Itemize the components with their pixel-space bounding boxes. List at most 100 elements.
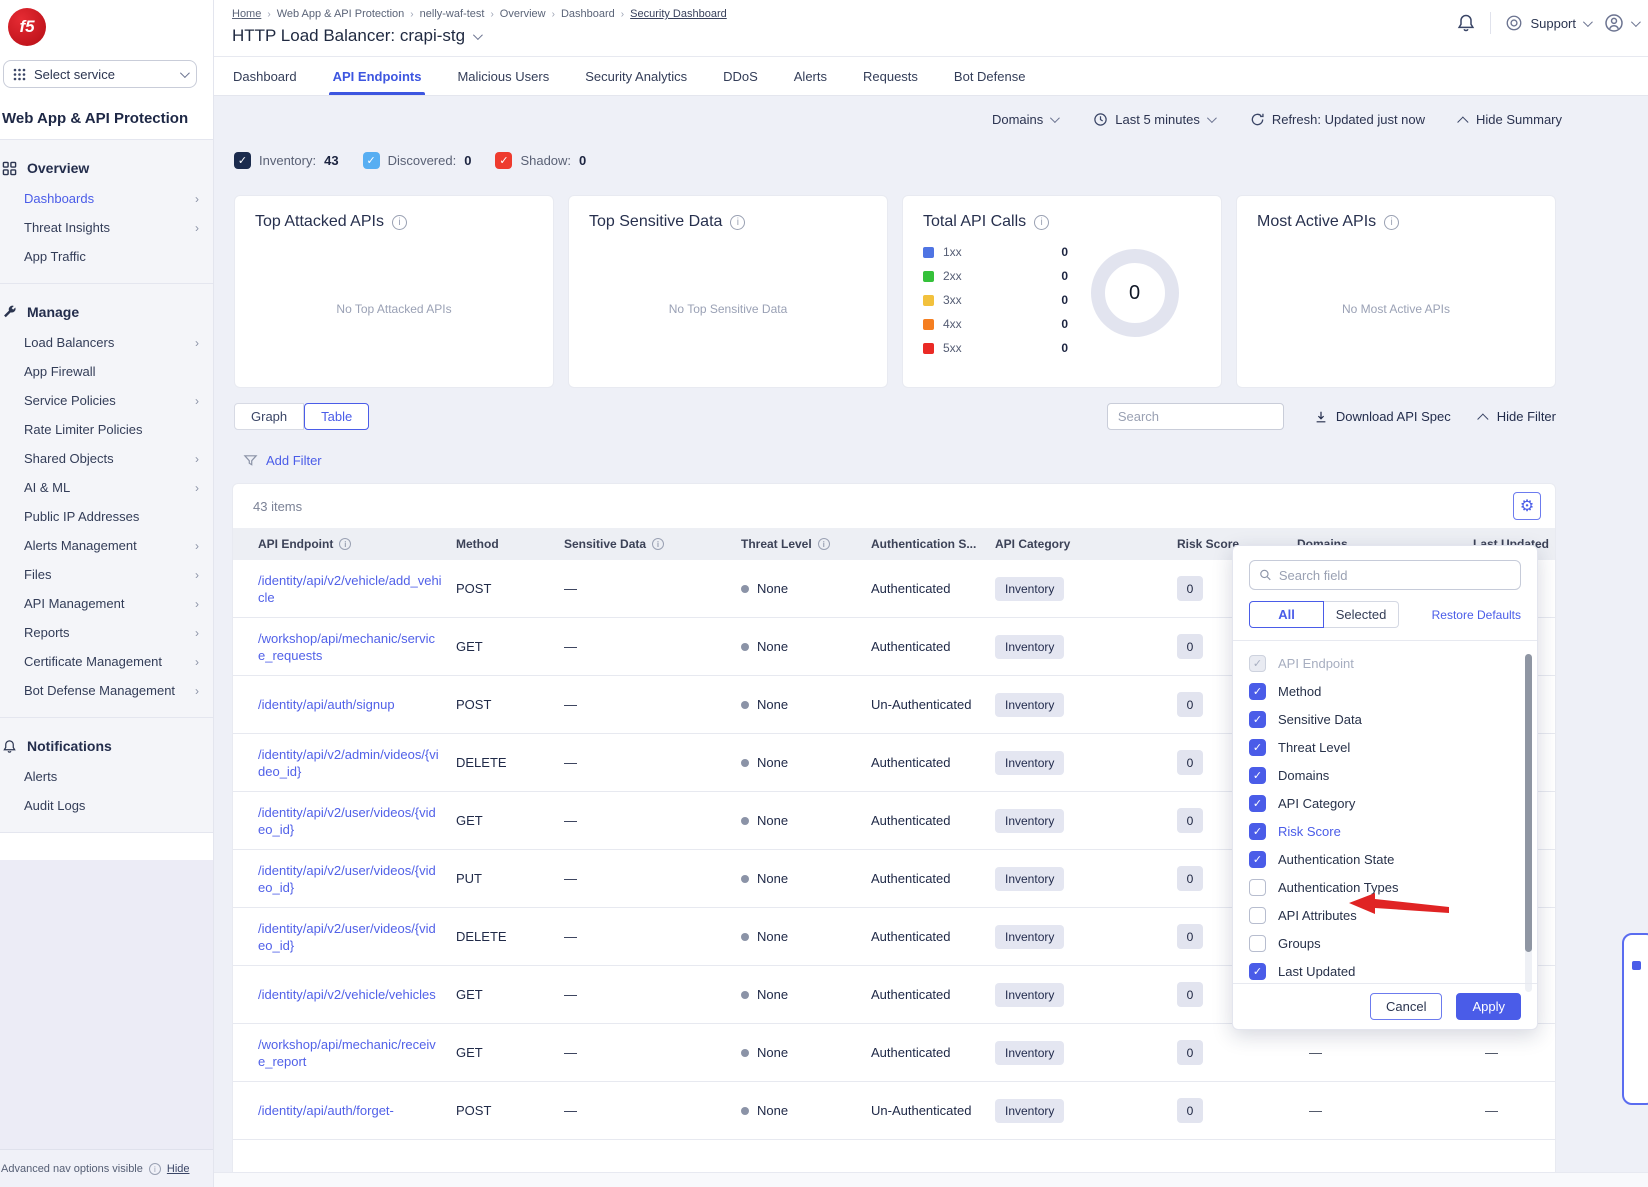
checkbox-icon[interactable] bbox=[1249, 851, 1266, 868]
sidebar-nav-item[interactable]: Threat Insights › bbox=[0, 213, 213, 242]
column-toggle-item[interactable]: Threat Level bbox=[1249, 739, 1521, 756]
search-input[interactable] bbox=[1118, 409, 1273, 424]
hide-summary-button[interactable]: Hide Summary bbox=[1461, 112, 1562, 127]
sidebar-nav-item[interactable]: Reports › bbox=[0, 618, 213, 647]
checkbox-icon[interactable] bbox=[1249, 739, 1266, 756]
column-header[interactable]: Authentication S... bbox=[871, 537, 995, 551]
tab[interactable]: Alerts bbox=[794, 57, 827, 95]
info-icon[interactable] bbox=[1034, 215, 1049, 230]
info-icon[interactable] bbox=[818, 538, 830, 550]
nav-section-manage-header[interactable]: Manage bbox=[0, 298, 213, 328]
info-icon[interactable] bbox=[392, 215, 407, 230]
column-settings-button[interactable]: ⚙ bbox=[1513, 492, 1541, 520]
api-endpoint-link[interactable]: /identity/api/v2/user/videos/{video_id} bbox=[258, 805, 436, 837]
sidebar-nav-item[interactable]: API Management › bbox=[0, 589, 213, 618]
api-endpoint-link[interactable]: /identity/api/auth/forget- bbox=[258, 1103, 394, 1118]
tab[interactable]: Malicious Users bbox=[457, 57, 549, 95]
popover-scrollbar-thumb[interactable] bbox=[1525, 654, 1532, 952]
sidebar-nav-item[interactable]: Files › bbox=[0, 560, 213, 589]
download-api-spec-button[interactable]: Download API Spec bbox=[1314, 409, 1451, 424]
checkbox-icon[interactable] bbox=[1249, 795, 1266, 812]
column-header[interactable]: Method bbox=[456, 537, 564, 551]
sidebar-nav-item[interactable]: AI & ML › bbox=[0, 473, 213, 502]
sidebar-nav-item[interactable]: Load Balancers › bbox=[0, 328, 213, 357]
field-search-input[interactable] bbox=[1279, 568, 1511, 583]
column-toggle-item[interactable]: Method bbox=[1249, 683, 1521, 700]
time-range-dropdown[interactable]: Last 5 minutes bbox=[1093, 112, 1214, 127]
sidebar-nav-item[interactable]: Audit Logs › bbox=[0, 791, 213, 820]
restore-defaults-link[interactable]: Restore Defaults bbox=[1432, 608, 1521, 622]
api-endpoint-link[interactable]: /workshop/api/mechanic/receive_report bbox=[258, 1037, 436, 1069]
sidebar-nav-item[interactable]: Alerts › bbox=[0, 762, 213, 791]
filter-selected-tab[interactable]: Selected bbox=[1324, 601, 1399, 628]
checkbox-icon[interactable] bbox=[1249, 879, 1266, 896]
add-filter-button[interactable]: Add Filter bbox=[243, 453, 1648, 468]
tab[interactable]: Bot Defense bbox=[954, 57, 1026, 95]
checkbox-icon[interactable] bbox=[1249, 683, 1266, 700]
select-service-dropdown[interactable]: Select service bbox=[3, 60, 197, 88]
refresh-button[interactable]: Refresh: Updated just now bbox=[1250, 112, 1425, 127]
counter-checkbox[interactable]: Inventory: 43 bbox=[234, 152, 339, 169]
sidebar-nav-item[interactable]: Rate Limiter Policies › bbox=[0, 415, 213, 444]
sidebar-nav-item[interactable]: App Firewall › bbox=[0, 357, 213, 386]
checkbox-icon[interactable] bbox=[495, 152, 512, 169]
tab[interactable]: Security Analytics bbox=[585, 57, 687, 95]
table-view-button[interactable]: Table bbox=[304, 403, 369, 430]
hide-filter-button[interactable]: Hide Filter bbox=[1481, 409, 1556, 424]
info-icon[interactable] bbox=[652, 538, 664, 550]
sidebar-nav-item[interactable]: App Traffic › bbox=[0, 242, 213, 271]
tab[interactable]: DDoS bbox=[723, 57, 758, 95]
checkbox-icon[interactable] bbox=[1249, 711, 1266, 728]
breadcrumb-item[interactable]: Home bbox=[232, 8, 261, 20]
breadcrumb-item[interactable]: Security Dashboard bbox=[630, 8, 727, 20]
sidebar-nav-item[interactable]: Bot Defense Management › bbox=[0, 676, 213, 705]
checkbox-icon[interactable] bbox=[234, 152, 251, 169]
breadcrumb-item[interactable]: nelly-waf-test bbox=[420, 8, 485, 20]
breadcrumb-item[interactable]: Dashboard bbox=[561, 8, 615, 20]
sidebar-nav-item[interactable]: Alerts Management › bbox=[0, 531, 213, 560]
checkbox-icon[interactable] bbox=[1249, 935, 1266, 952]
column-toggle-item[interactable]: Groups bbox=[1249, 935, 1521, 952]
column-toggle-item[interactable]: Domains bbox=[1249, 767, 1521, 784]
checkbox-icon[interactable] bbox=[363, 152, 380, 169]
support-menu[interactable]: Support bbox=[1505, 14, 1590, 32]
column-toggle-item[interactable]: Sensitive Data bbox=[1249, 711, 1521, 728]
account-menu[interactable] bbox=[1604, 13, 1638, 33]
column-header[interactable]: API Category bbox=[995, 537, 1177, 551]
counter-checkbox[interactable]: Shadow: 0 bbox=[495, 152, 586, 169]
hide-nav-link[interactable]: Hide bbox=[167, 1163, 190, 1175]
bell-icon[interactable] bbox=[1456, 12, 1476, 34]
checkbox-icon[interactable] bbox=[1249, 655, 1266, 672]
api-endpoint-link[interactable]: /identity/api/v2/user/videos/{video_id} bbox=[258, 921, 436, 953]
table-search[interactable] bbox=[1107, 403, 1284, 430]
breadcrumb-item[interactable]: Web App & API Protection bbox=[277, 8, 405, 20]
column-toggle-item[interactable]: Risk Score bbox=[1249, 823, 1521, 840]
field-search[interactable] bbox=[1249, 560, 1521, 590]
info-icon[interactable] bbox=[730, 215, 745, 230]
sidebar-nav-item[interactable]: Certificate Management › bbox=[0, 647, 213, 676]
apply-button[interactable]: Apply bbox=[1456, 993, 1521, 1020]
sidebar-nav-item[interactable]: Shared Objects › bbox=[0, 444, 213, 473]
sidebar-nav-item[interactable]: Dashboards › bbox=[0, 184, 213, 213]
column-header[interactable]: Sensitive Data bbox=[564, 537, 741, 551]
graph-view-button[interactable]: Graph bbox=[234, 403, 304, 430]
checkbox-icon[interactable] bbox=[1249, 907, 1266, 924]
nav-section-notifications-header[interactable]: Notifications bbox=[0, 732, 213, 762]
column-toggle-item[interactable]: API Endpoint bbox=[1249, 655, 1521, 672]
column-header[interactable]: Threat Level bbox=[741, 537, 871, 551]
info-icon[interactable] bbox=[1384, 215, 1399, 230]
chevron-down-icon[interactable] bbox=[473, 30, 483, 40]
api-endpoint-link[interactable]: /identity/api/v2/vehicle/add_vehicle bbox=[258, 573, 442, 605]
filter-all-tab[interactable]: All bbox=[1249, 601, 1324, 628]
api-endpoint-link[interactable]: /identity/api/v2/user/videos/{video_id} bbox=[258, 863, 436, 895]
nav-section-overview-header[interactable]: Overview bbox=[0, 154, 213, 184]
checkbox-icon[interactable] bbox=[1249, 823, 1266, 840]
api-endpoint-link[interactable]: /workshop/api/mechanic/service_requests bbox=[258, 631, 435, 663]
domains-dropdown[interactable]: Domains bbox=[992, 112, 1057, 127]
sidebar-nav-item[interactable]: Public IP Addresses › bbox=[0, 502, 213, 531]
checkbox-icon[interactable] bbox=[1249, 963, 1266, 980]
f5-logo[interactable]: f5 bbox=[8, 8, 46, 46]
counter-checkbox[interactable]: Discovered: 0 bbox=[363, 152, 472, 169]
horizontal-scrollbar[interactable] bbox=[214, 1172, 1648, 1187]
api-endpoint-link[interactable]: /identity/api/v2/vehicle/vehicles bbox=[258, 987, 436, 1002]
